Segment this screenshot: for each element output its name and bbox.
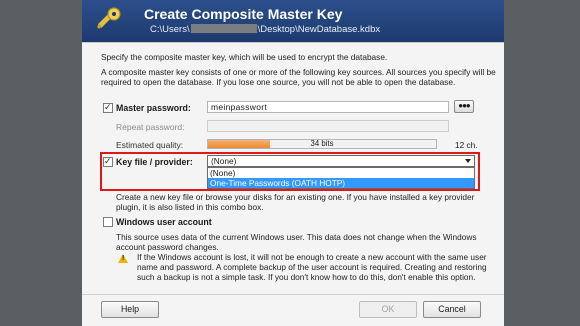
key-file-selected: (None) <box>211 156 237 166</box>
quality-bits: 34 bits <box>310 139 334 148</box>
banner-divider <box>82 42 504 43</box>
footer-divider <box>82 294 504 295</box>
background-left <box>0 0 82 326</box>
key-icon <box>96 7 121 29</box>
intro-line-2: A composite master key consists of one o… <box>101 67 496 87</box>
key-file-combo[interactable]: (None) <box>207 155 475 167</box>
intro-line-1: Specify the composite master key, which … <box>101 52 388 62</box>
repeat-password-label: Repeat password: <box>116 122 185 132</box>
dialog-banner: Create Composite Master Key C:\Users\ \De… <box>82 0 504 42</box>
chevron-down-icon[interactable] <box>465 159 471 163</box>
path-prefix: C:\Users\ <box>150 24 190 35</box>
dialog-title: Create Composite Master Key <box>144 6 343 22</box>
database-path: C:\Users\ \Desktop\NewDatabase.kdbx <box>150 24 380 35</box>
dropdown-option-none[interactable]: (None) <box>208 168 474 178</box>
show-password-button[interactable]: ●●● <box>454 100 474 113</box>
path-suffix: \Desktop\NewDatabase.kdbx <box>257 24 381 35</box>
help-button[interactable]: Help <box>101 301 159 318</box>
repeat-password-input[interactable] <box>207 120 449 132</box>
create-master-key-dialog: Create Composite Master Key C:\Users\ \De… <box>82 0 504 326</box>
key-file-label: Key file / provider: <box>116 157 193 167</box>
key-file-checkbox[interactable] <box>103 156 113 167</box>
windows-account-label: Windows user account <box>116 217 212 227</box>
warning-icon: ! <box>118 254 128 263</box>
windows-account-description: This source uses data of the current Win… <box>116 232 477 252</box>
master-password-checkbox[interactable] <box>103 102 113 113</box>
background-right <box>504 0 580 326</box>
ok-button[interactable]: OK <box>359 301 417 318</box>
quality-meter: 34 bits <box>207 139 437 149</box>
cancel-button[interactable]: Cancel <box>423 301 481 318</box>
windows-account-warning: If the Windows account is lost, it will … <box>137 252 487 282</box>
master-password-input[interactable]: meinpasswort <box>207 101 449 113</box>
windows-account-checkbox[interactable] <box>103 217 113 227</box>
password-length: 12 ch. <box>455 140 478 150</box>
redacted-username <box>190 24 257 33</box>
key-file-description: Create a new key file or browse your dis… <box>116 192 475 212</box>
master-password-label: Master password: <box>116 103 191 113</box>
key-file-dropdown-list: (None) One-Time Passwords (OATH HOTP) <box>207 167 475 189</box>
estimated-quality-label: Estimated quality: <box>116 140 184 150</box>
dropdown-option-otp[interactable]: One-Time Passwords (OATH HOTP) <box>208 178 474 188</box>
